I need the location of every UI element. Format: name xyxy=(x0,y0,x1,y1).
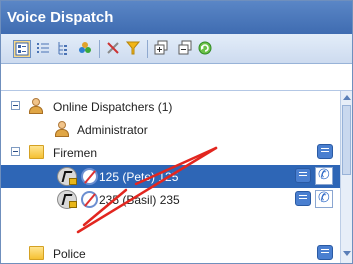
message-group-icon[interactable] xyxy=(317,245,333,260)
tree-row-pete[interactable]: 125 (Pete) 125 xyxy=(1,165,340,188)
title-bar: Voice Dispatch xyxy=(1,1,352,34)
tree-label-police: Police xyxy=(53,247,86,261)
toolbar-separator xyxy=(99,40,100,58)
lock-icon xyxy=(69,201,77,208)
expand-all-icon[interactable] xyxy=(153,40,171,58)
tree-label-pete: 125 (Pete) 125 xyxy=(99,170,179,184)
tree-label-basil: 235 (Basil) 235 xyxy=(99,193,180,207)
list-view-icon[interactable] xyxy=(35,40,53,58)
dispatcher-icon xyxy=(55,121,69,137)
tree-label-online-dispatchers: Online Dispatchers (1) xyxy=(53,100,173,114)
dispatchers-group-icon xyxy=(29,98,43,114)
folder-icon xyxy=(29,145,44,159)
toolbar-separator xyxy=(147,40,148,58)
unavailable-status-icon xyxy=(81,191,98,208)
call-icon[interactable] xyxy=(315,167,333,185)
scroll-up-icon[interactable] xyxy=(343,95,351,100)
tree-row-online-dispatchers[interactable]: Online Dispatchers (1) xyxy=(1,95,340,118)
tools-icon[interactable] xyxy=(105,40,123,58)
call-icon[interactable] xyxy=(315,190,333,208)
message-icon[interactable] xyxy=(295,191,311,206)
filter-strip xyxy=(1,64,352,91)
tree-row-police[interactable]: Police xyxy=(1,242,340,263)
message-group-icon[interactable] xyxy=(317,144,333,159)
tree-row-administrator[interactable]: Administrator xyxy=(1,118,340,141)
voice-dispatch-panel: Voice Dispatch Online Dispatchers (1) Ad… xyxy=(0,0,353,264)
window-title: Voice Dispatch xyxy=(7,9,114,26)
collapse-toggle-icon[interactable] xyxy=(11,147,20,156)
tree-label-firemen: Firemen xyxy=(53,146,98,160)
group-users-icon[interactable] xyxy=(77,40,95,58)
dispatch-tree: Online Dispatchers (1) Administrator Fir… xyxy=(1,91,340,263)
refresh-icon[interactable] xyxy=(197,40,215,58)
scroll-down-icon[interactable] xyxy=(343,251,351,256)
filter-icon[interactable] xyxy=(125,40,143,58)
tree-label-administrator: Administrator xyxy=(77,123,148,137)
tree-row-basil[interactable]: 235 (Basil) 235 xyxy=(1,188,340,211)
vertical-scrollbar[interactable] xyxy=(340,91,352,263)
collapse-all-icon[interactable] xyxy=(177,40,195,58)
folder-icon xyxy=(29,246,44,260)
hierarchy-view-icon[interactable] xyxy=(55,40,73,58)
tree-view-icon[interactable] xyxy=(13,40,31,58)
tree-row-firemen[interactable]: Firemen xyxy=(1,141,340,164)
toolbar xyxy=(1,34,352,64)
message-icon[interactable] xyxy=(295,168,311,183)
lock-icon xyxy=(69,178,77,185)
collapse-toggle-icon[interactable] xyxy=(11,101,20,110)
scroll-thumb[interactable] xyxy=(342,105,351,175)
unavailable-status-icon xyxy=(81,168,98,185)
